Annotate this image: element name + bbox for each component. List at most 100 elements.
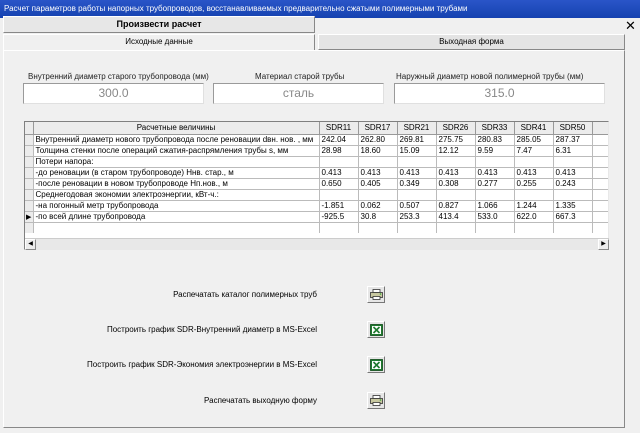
column-header[interactable]: SDR17: [358, 122, 398, 135]
table-cell[interactable]: -1.851: [319, 200, 359, 212]
table-cell-empty: [592, 145, 608, 157]
table-cell[interactable]: [397, 189, 437, 201]
table-cell[interactable]: [358, 189, 398, 201]
table-cell[interactable]: Внутренний диаметр нового трубопровода п…: [33, 134, 320, 146]
table-cell[interactable]: [514, 156, 554, 168]
table-row[interactable]: ▶ -по всей длине трубопровода -925.5 30.…: [25, 211, 608, 223]
table-cell[interactable]: [319, 156, 359, 168]
column-header[interactable]: SDR26: [436, 122, 476, 135]
table-cell[interactable]: 275.75: [436, 134, 476, 146]
outer-diameter-field[interactable]: 315.0: [394, 83, 605, 104]
table-cell[interactable]: 0.507: [397, 200, 437, 212]
calculate-button[interactable]: Произвести расчет: [3, 16, 315, 33]
table-cell[interactable]: 0.413: [475, 167, 515, 179]
table-cell[interactable]: 0.413: [319, 167, 359, 179]
table-cell[interactable]: [514, 189, 554, 201]
table-cell[interactable]: 0.827: [436, 200, 476, 212]
row-indicator: [25, 145, 34, 157]
table-cell[interactable]: 28.98: [319, 145, 359, 157]
column-header[interactable]: SDR41: [514, 122, 554, 135]
table-cell[interactable]: 0.413: [553, 167, 593, 179]
table-row[interactable]: -до реновации (в старом трубопроводе) Нн…: [25, 167, 608, 179]
table-row[interactable]: Толщина стенки после операций сжатия-рас…: [25, 145, 608, 157]
print-catalog-button[interactable]: [367, 286, 385, 303]
table-cell[interactable]: -до реновации (в старом трубопроводе) Нн…: [33, 167, 320, 179]
table-cell[interactable]: [436, 156, 476, 168]
table-cell[interactable]: 12.12: [436, 145, 476, 157]
table-cell[interactable]: 1.066: [475, 200, 515, 212]
table-cell[interactable]: 262.80: [358, 134, 398, 146]
table-cell[interactable]: [553, 189, 593, 201]
material-field[interactable]: сталь: [213, 83, 384, 104]
table-cell[interactable]: 0.243: [553, 178, 593, 190]
table-cell[interactable]: [553, 156, 593, 168]
chart-diameter-button[interactable]: [367, 321, 385, 338]
grid-corner-cell: [25, 122, 34, 135]
table-cell[interactable]: [319, 189, 359, 201]
table-cell[interactable]: 287.37: [553, 134, 593, 146]
table-cell[interactable]: Потери напора:: [33, 156, 320, 168]
table-cell[interactable]: -после реновации в новом трубопроводе Нп…: [33, 178, 320, 190]
table-cell[interactable]: 0.255: [514, 178, 554, 190]
table-cell[interactable]: -по всей длине трубопровода: [33, 211, 320, 223]
table-cell[interactable]: 253.3: [397, 211, 437, 223]
chart-energy-button[interactable]: [367, 356, 385, 373]
column-header[interactable]: Расчетные величины: [33, 122, 320, 135]
print-output-button[interactable]: [367, 392, 385, 409]
tab-output-form[interactable]: Выходная форма: [318, 34, 625, 50]
table-row[interactable]: Потери напора:: [25, 156, 608, 168]
table-cell[interactable]: 9.59: [475, 145, 515, 157]
table-cell[interactable]: 0.277: [475, 178, 515, 190]
table-row[interactable]: -после реновации в новом трубопроводе Нп…: [25, 178, 608, 190]
column-header[interactable]: SDR50: [553, 122, 593, 135]
table-cell[interactable]: [475, 156, 515, 168]
table-cell[interactable]: 0.062: [358, 200, 398, 212]
close-icon[interactable]: ✕: [624, 19, 637, 33]
table-cell[interactable]: 242.04: [319, 134, 359, 146]
table-cell[interactable]: 622.0: [514, 211, 554, 223]
table-row[interactable]: -на погонный метр трубопровода -1.851 0.…: [25, 200, 608, 212]
scroll-left-icon[interactable]: ◀: [25, 239, 36, 250]
table-cell[interactable]: 7.47: [514, 145, 554, 157]
scroll-right-icon[interactable]: ▶: [598, 239, 609, 250]
table-cell[interactable]: [397, 156, 437, 168]
table-cell[interactable]: 0.650: [319, 178, 359, 190]
inner-diameter-field[interactable]: 300.0: [23, 83, 204, 104]
table-cell[interactable]: 0.405: [358, 178, 398, 190]
table-cell[interactable]: 1.244: [514, 200, 554, 212]
table-cell[interactable]: 15.09: [397, 145, 437, 157]
table-cell[interactable]: [436, 189, 476, 201]
table-cell[interactable]: 533.0: [475, 211, 515, 223]
table-cell[interactable]: 0.413: [514, 167, 554, 179]
column-header[interactable]: SDR11: [319, 122, 359, 135]
table-cell[interactable]: -на погонный метр трубопровода: [33, 200, 320, 212]
column-header[interactable]: SDR33: [475, 122, 515, 135]
table-cell[interactable]: 269.81: [397, 134, 437, 146]
results-grid[interactable]: Расчетные величины SDR11 SDR17 SDR21 SDR…: [24, 121, 609, 250]
table-cell[interactable]: 30.8: [358, 211, 398, 223]
table-cell[interactable]: 0.413: [436, 167, 476, 179]
table-cell[interactable]: 0.308: [436, 178, 476, 190]
table-row[interactable]: Среднегодовая экономии электроэнергии, к…: [25, 189, 608, 201]
table-cell[interactable]: [358, 156, 398, 168]
table-cell[interactable]: Среднегодовая экономии электроэнергии, к…: [33, 189, 320, 201]
table-cell[interactable]: 0.349: [397, 178, 437, 190]
table-cell[interactable]: 0.413: [358, 167, 398, 179]
table-cell[interactable]: 0.413: [397, 167, 437, 179]
printer-icon: [370, 395, 383, 406]
horizontal-scrollbar[interactable]: ◀ ▶: [25, 238, 609, 250]
table-cell[interactable]: 285.05: [514, 134, 554, 146]
table-cell[interactable]: 667.3: [553, 211, 593, 223]
table-cell[interactable]: 6.31: [553, 145, 593, 157]
tab-input-data[interactable]: Исходные данные: [3, 34, 315, 50]
table-row[interactable]: Внутренний диаметр нового трубопровода п…: [25, 134, 608, 146]
table-cell[interactable]: 1.335: [553, 200, 593, 212]
column-header[interactable]: SDR21: [397, 122, 437, 135]
table-cell[interactable]: -925.5: [319, 211, 359, 223]
table-cell[interactable]: 413.4: [436, 211, 476, 223]
table-cell[interactable]: 280.83: [475, 134, 515, 146]
table-cell[interactable]: 18.60: [358, 145, 398, 157]
table-cell[interactable]: Толщина стенки после операций сжатия-рас…: [33, 145, 320, 157]
table-cell[interactable]: [475, 189, 515, 201]
table-cell-empty: [319, 222, 359, 233]
